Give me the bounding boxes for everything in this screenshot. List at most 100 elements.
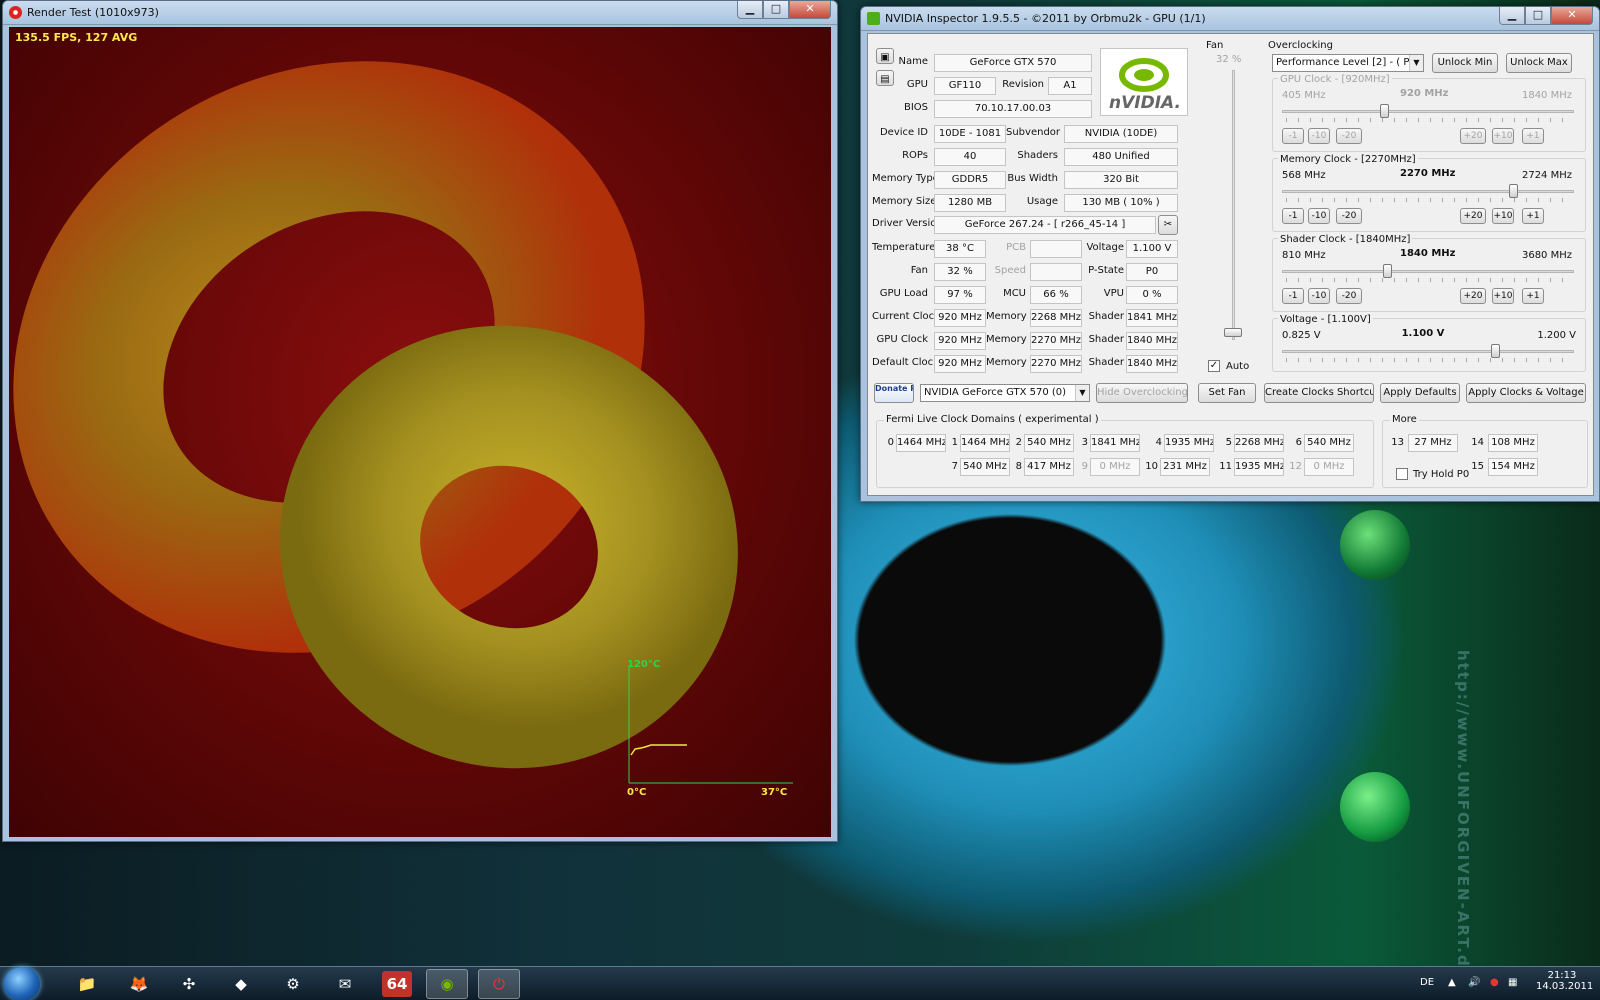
oc-max-label: 1.200 V bbox=[1537, 330, 1576, 341]
explorer-icon[interactable]: 📁 bbox=[66, 969, 108, 999]
current-clock-field: 920 MHz bbox=[934, 309, 986, 327]
minimize-button[interactable]: ▁ bbox=[737, 1, 763, 19]
apply-clocks-voltage-button[interactable]: Apply Clocks & Voltage bbox=[1466, 383, 1586, 403]
oc-slider-track[interactable] bbox=[1282, 110, 1574, 113]
revision-field: A1 bbox=[1048, 77, 1092, 95]
oc-step-button[interactable]: -10 bbox=[1308, 288, 1330, 304]
render-titlebar[interactable]: Render Test (1010x973) ▁ □ ✕ bbox=[3, 1, 837, 25]
oc-step-button[interactable]: -1 bbox=[1282, 288, 1304, 304]
oc-step-button[interactable]: -1 bbox=[1282, 208, 1304, 224]
render-test-window: Render Test (1010x973) ▁ □ ✕ 135.5 FPS, … bbox=[2, 0, 838, 842]
maximize-button[interactable]: □ bbox=[763, 1, 789, 19]
oc-slider-track[interactable] bbox=[1282, 270, 1574, 273]
oc-step-button[interactable]: -10 bbox=[1308, 128, 1330, 144]
oc-slider-track[interactable] bbox=[1282, 350, 1574, 353]
subvendor-field: NVIDIA (10DE) bbox=[1064, 125, 1178, 143]
oc-step-button[interactable]: +10 bbox=[1492, 288, 1514, 304]
thunderbird-icon[interactable]: ✉ bbox=[324, 969, 366, 999]
unlock-max-button[interactable]: Unlock Max bbox=[1506, 53, 1572, 73]
memory-type-label: Memory Type bbox=[872, 173, 939, 184]
donate-paypal-button[interactable]: Donate PayPal bbox=[874, 383, 914, 403]
oc-step-button[interactable]: +20 bbox=[1460, 208, 1486, 224]
oc-step-button[interactable]: +1 bbox=[1522, 128, 1544, 144]
try-hold-p0-checkbox[interactable] bbox=[1396, 468, 1408, 480]
oc-step-button[interactable]: +20 bbox=[1460, 128, 1486, 144]
default-clock-label: Default Clock bbox=[872, 357, 939, 368]
more-domain-value: 154 MHz bbox=[1488, 458, 1538, 476]
fermi-domain-id: 0 bbox=[887, 437, 894, 448]
fan-field: 32 % bbox=[934, 263, 986, 281]
pstate-label: P-State bbox=[1088, 265, 1124, 276]
apply-defaults-button[interactable]: Apply Defaults bbox=[1380, 383, 1460, 403]
driver-tools-icon[interactable]: ✂ bbox=[1158, 215, 1178, 235]
minimize-button[interactable]: ▁ bbox=[1499, 7, 1525, 25]
oc-step-button[interactable]: +20 bbox=[1460, 288, 1486, 304]
window-title: NVIDIA Inspector 1.9.5.5 - ©2011 by Orbm… bbox=[885, 12, 1206, 25]
oc-step-button[interactable]: -1 bbox=[1282, 128, 1304, 144]
oc-step-button[interactable]: +1 bbox=[1522, 208, 1544, 224]
more-domain-value: 27 MHz bbox=[1408, 434, 1458, 452]
oc-step-button[interactable]: -20 bbox=[1336, 128, 1362, 144]
network-tray-icon[interactable]: ▦ bbox=[1508, 977, 1517, 988]
graph-min-label: 0°C bbox=[627, 787, 647, 798]
app-icon bbox=[9, 6, 22, 19]
fermi-domain-value: 1935 MHz bbox=[1234, 458, 1284, 476]
language-indicator[interactable]: DE bbox=[1420, 977, 1434, 988]
fermi-domain-id: 4 bbox=[1155, 437, 1162, 448]
bios-label: BIOS bbox=[903, 102, 928, 113]
current-clock-label: Current Clock bbox=[872, 311, 940, 322]
fan-auto-checkbox[interactable]: ✓ bbox=[1208, 360, 1220, 372]
volume-icon[interactable]: 🔊 bbox=[1468, 977, 1480, 988]
oc-slider-thumb[interactable] bbox=[1383, 264, 1393, 278]
oc-slider-thumb[interactable] bbox=[1491, 344, 1501, 358]
set-fan-button[interactable]: Set Fan bbox=[1198, 383, 1256, 403]
fermi-domain-id: 11 bbox=[1219, 461, 1232, 472]
fan-slider-thumb[interactable] bbox=[1224, 328, 1242, 337]
close-button[interactable]: ✕ bbox=[1551, 7, 1593, 25]
desktop-watermark: http://www.UNFORGIVEN-ART.de bbox=[1454, 650, 1472, 980]
64-app-icon[interactable]: 64 bbox=[382, 971, 412, 997]
fermi-domain-value: 2268 MHz bbox=[1234, 434, 1284, 452]
render-test-taskbar-icon[interactable]: ⏻ bbox=[478, 969, 520, 999]
clock[interactable]: 21:13 14.03.2011 bbox=[1536, 970, 1593, 992]
nvidia-inspector-window: NVIDIA Inspector 1.9.5.5 - ©2011 by Orbm… bbox=[860, 6, 1600, 502]
oc-step-button[interactable]: -10 bbox=[1308, 208, 1330, 224]
oc-slider-ticks bbox=[1286, 198, 1574, 202]
oc-slider-track[interactable] bbox=[1282, 190, 1574, 193]
inspector-body: ▣ ▤ nVIDIA. Name GeForce GTX 570 GPU GF110 R… bbox=[867, 33, 1594, 496]
fermi-domain-id: 8 bbox=[1015, 461, 1022, 472]
oc-max-label: 2724 MHz bbox=[1521, 170, 1572, 181]
fermi-domain-value: 1935 MHz bbox=[1164, 434, 1214, 452]
oc-step-button[interactable]: -20 bbox=[1336, 208, 1362, 224]
show-hidden-icons[interactable]: ▲ bbox=[1448, 977, 1456, 988]
name-field: GeForce GTX 570 bbox=[934, 54, 1092, 72]
maximize-button[interactable]: □ bbox=[1525, 7, 1551, 25]
start-button[interactable] bbox=[4, 967, 40, 1000]
fan-value: 32 % bbox=[1216, 54, 1242, 65]
oc-section-title: GPU Clock - [920MHz] bbox=[1278, 74, 1392, 85]
firefox-icon[interactable]: 🦊 bbox=[118, 969, 160, 999]
fan-panel-title: Fan bbox=[1206, 40, 1224, 51]
close-button[interactable]: ✕ bbox=[789, 1, 831, 19]
oc-min-label: 568 MHz bbox=[1282, 170, 1326, 181]
unlock-min-button[interactable]: Unlock Min bbox=[1432, 53, 1498, 73]
default-clock-field: 920 MHz bbox=[934, 355, 986, 373]
alert-icon[interactable]: ● bbox=[1490, 977, 1499, 988]
oc-step-button[interactable]: +1 bbox=[1522, 288, 1544, 304]
gpu-select[interactable]: NVIDIA GeForce GTX 570 (0) ▼ bbox=[920, 384, 1090, 402]
oc-step-button[interactable]: +10 bbox=[1492, 208, 1514, 224]
oc-step-button[interactable]: -20 bbox=[1336, 288, 1362, 304]
folder-icon[interactable]: ◆ bbox=[220, 969, 262, 999]
create-clocks-shortcut-button[interactable]: Create Clocks Shortcut bbox=[1264, 383, 1374, 403]
network-icon[interactable]: ✣ bbox=[168, 969, 210, 999]
oc-slider-thumb[interactable] bbox=[1380, 104, 1390, 118]
nvidia-inspector-taskbar-icon[interactable]: ◉ bbox=[426, 969, 468, 999]
hide-overclocking-button[interactable]: Hide Overclocking bbox=[1096, 383, 1188, 403]
performance-level-select[interactable]: Performance Level [2] - ( P0 ) ▼ bbox=[1272, 54, 1424, 72]
oc-slider-thumb[interactable] bbox=[1508, 184, 1518, 198]
steam-icon[interactable]: ⚙ bbox=[272, 969, 314, 999]
fan-slider-track[interactable] bbox=[1232, 70, 1235, 340]
fermi-domain-id: 12 bbox=[1289, 461, 1302, 472]
oc-step-button[interactable]: +10 bbox=[1492, 128, 1514, 144]
inspector-titlebar[interactable]: NVIDIA Inspector 1.9.5.5 - ©2011 by Orbm… bbox=[861, 7, 1599, 31]
